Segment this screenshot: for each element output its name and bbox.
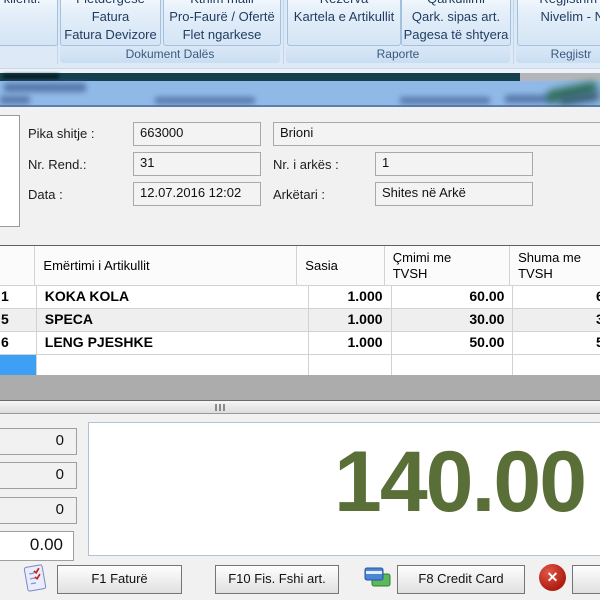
cell-total: 60.00 — [513, 286, 600, 309]
ribbon-button-kartela[interactable]: Rezerva Kartela e Artikullit — [287, 0, 401, 46]
pos-window: ga klienti. Fletdërgesë Fatura Fatura De… — [0, 0, 600, 600]
cell-price: 50.00 — [392, 332, 514, 355]
title-bar — [0, 73, 520, 81]
nr-rend-label: Nr. Rend.: — [28, 157, 87, 172]
ribbon-button-klienti[interactable]: ga klienti. — [0, 0, 58, 46]
redacted-header-text — [400, 97, 490, 104]
ribbon-separator — [513, 0, 514, 64]
grid-row[interactable]: 5 SPECA 1.000 30.00 30.00 — [0, 309, 600, 332]
cell-num: 6 — [0, 332, 37, 355]
f10-fshi-art-button[interactable]: F10 Fis. Fshi art. — [215, 565, 339, 594]
ribbon-button-fatura[interactable]: Fletdërgesë Fatura Fatura Devizore — [60, 0, 161, 46]
ribbon-button-label: Qark. sipas art. — [402, 8, 510, 26]
col-header-num[interactable] — [0, 246, 35, 286]
splitter-handle[interactable] — [0, 401, 600, 414]
articles-grid: Emërtimi i Artikullit Sasia Çmimi me TVS… — [0, 246, 600, 378]
footer-partial-button[interactable] — [572, 565, 600, 594]
total-field-2[interactable]: 0 — [0, 462, 77, 489]
ribbon-button-label: Pro-Faurë / Ofertë — [164, 8, 280, 26]
invoice-checklist-icon[interactable] — [20, 563, 50, 598]
cell-name: KOKA KOLA — [37, 286, 309, 309]
invoice-header-form: Pika shitje : 663000 Brioni Nr. Rend.: 3… — [0, 107, 600, 245]
close-icon[interactable]: ✕ — [539, 564, 566, 591]
cell-qty: 1.000 — [309, 309, 391, 332]
payment-amount-field[interactable]: 0.00 — [0, 531, 74, 561]
cell-price: 30.00 — [392, 309, 514, 332]
grand-total-value: 140.00 — [334, 439, 585, 525]
cell-price: 60.00 — [392, 286, 514, 309]
ribbon-button-regjistrim[interactable]: Regjistrim Ko Nivelim - Ndr — [517, 0, 600, 46]
ribbon-button-profature[interactable]: Kthim malli Pro-Faurë / Ofertë Flet ngar… — [163, 0, 281, 46]
nr-arkes-label: Nr. i arkës : — [273, 157, 339, 172]
company-header-band — [0, 81, 600, 107]
ribbon-group-dokument-dales: Dokument Dalës — [60, 46, 280, 63]
ribbon-button-label: Fletdërgesë — [61, 0, 160, 8]
pika-shitje-name-field[interactable]: Brioni — [273, 122, 600, 146]
cell-name: SPECA — [37, 309, 309, 332]
grid-row[interactable]: 1 KOKA KOLA 1.000 60.00 60.00 — [0, 286, 600, 309]
cell-total: 50.00 — [513, 332, 600, 355]
data-label: Data : — [28, 187, 63, 202]
ribbon-group-regjistrime: Regjistr — [516, 46, 600, 63]
col-header-name[interactable]: Emërtimi i Artikullit — [35, 246, 297, 286]
ribbon-button-qarkullimi[interactable]: Qarkullimi Qark. sipas art. Pagesa të sh… — [401, 0, 511, 46]
redacted-company-name — [4, 83, 86, 92]
ribbon-button-label: Qarkullimi — [402, 0, 510, 8]
ribbon-button-label: Rezerva — [288, 0, 400, 8]
ribbon-button-label: ga klienti. — [0, 0, 57, 8]
grid-header-row: Emërtimi i Artikullit Sasia Çmimi me TVS… — [0, 246, 600, 286]
ribbon-button-label: Kartela e Artikullit — [288, 8, 400, 26]
ribbon-group-label: Dokument Dalës — [126, 47, 215, 61]
redacted-title-text — [3, 74, 59, 79]
nr-rend-field[interactable]: 31 — [133, 152, 261, 176]
ribbon-separator — [283, 0, 284, 64]
ribbon-button-label: Pagesa të shtyera — [402, 26, 510, 44]
total-field-3[interactable]: 0 — [0, 497, 77, 524]
f1-fature-button[interactable]: F1 Faturë — [57, 565, 182, 594]
f8-credit-card-button[interactable]: F8 Credit Card — [397, 565, 525, 594]
cell-num: 5 — [0, 309, 37, 332]
redacted-header-text — [0, 96, 30, 104]
pika-shitje-field[interactable]: 663000 — [133, 122, 261, 146]
nr-arkes-field[interactable]: 1 — [375, 152, 533, 176]
title-bar-right — [520, 73, 600, 81]
redacted-header-text — [155, 97, 255, 104]
cell-name: LENG PJESHKE — [37, 332, 309, 355]
ribbon-group-label: Raporte — [377, 47, 420, 61]
side-list[interactable] — [0, 115, 20, 227]
pika-shitje-label: Pika shitje : — [28, 126, 94, 141]
ribbon-button-label: Fatura — [61, 8, 160, 26]
cell-qty: 1.000 — [309, 332, 391, 355]
ribbon-button-label: Flet ngarkese — [164, 26, 280, 44]
arketari-field[interactable]: Shites në Arkë — [375, 182, 533, 206]
ribbon-button-label: Regjistrim Ko — [518, 0, 600, 8]
col-header-total[interactable]: Shuma me TVSH — [510, 246, 600, 286]
grid-row[interactable]: 6 LENG PJESHKE 1.000 50.00 50.00 — [0, 332, 600, 355]
ribbon-button-label: Nivelim - Ndr — [518, 8, 600, 26]
ribbon-group-label: Regjistr — [551, 47, 592, 61]
cell-qty: 1.000 — [309, 286, 391, 309]
total-field-1[interactable]: 0 — [0, 428, 77, 455]
credit-card-icon[interactable] — [362, 565, 392, 596]
splitter-grip-icon — [215, 404, 225, 411]
cell-total: 30.00 — [513, 309, 600, 332]
cell-num: 1 — [0, 286, 37, 309]
grid-empty-area — [0, 375, 600, 400]
grand-total-display: 140.00 — [88, 422, 600, 556]
col-header-qty[interactable]: Sasia — [297, 246, 384, 286]
col-header-price[interactable]: Çmimi me TVSH — [385, 246, 510, 286]
ribbon-button-label: Kthim malli — [164, 0, 280, 8]
ribbon-button-label: Fatura Devizore — [61, 26, 160, 44]
ribbon-toolbar: ga klienti. Fletdërgesë Fatura Fatura De… — [0, 0, 600, 69]
ribbon-group-raporte: Raporte — [286, 46, 510, 63]
data-field[interactable]: 12.07.2016 12:02 — [133, 182, 261, 206]
arketari-label: Arkëtari : — [273, 187, 325, 202]
